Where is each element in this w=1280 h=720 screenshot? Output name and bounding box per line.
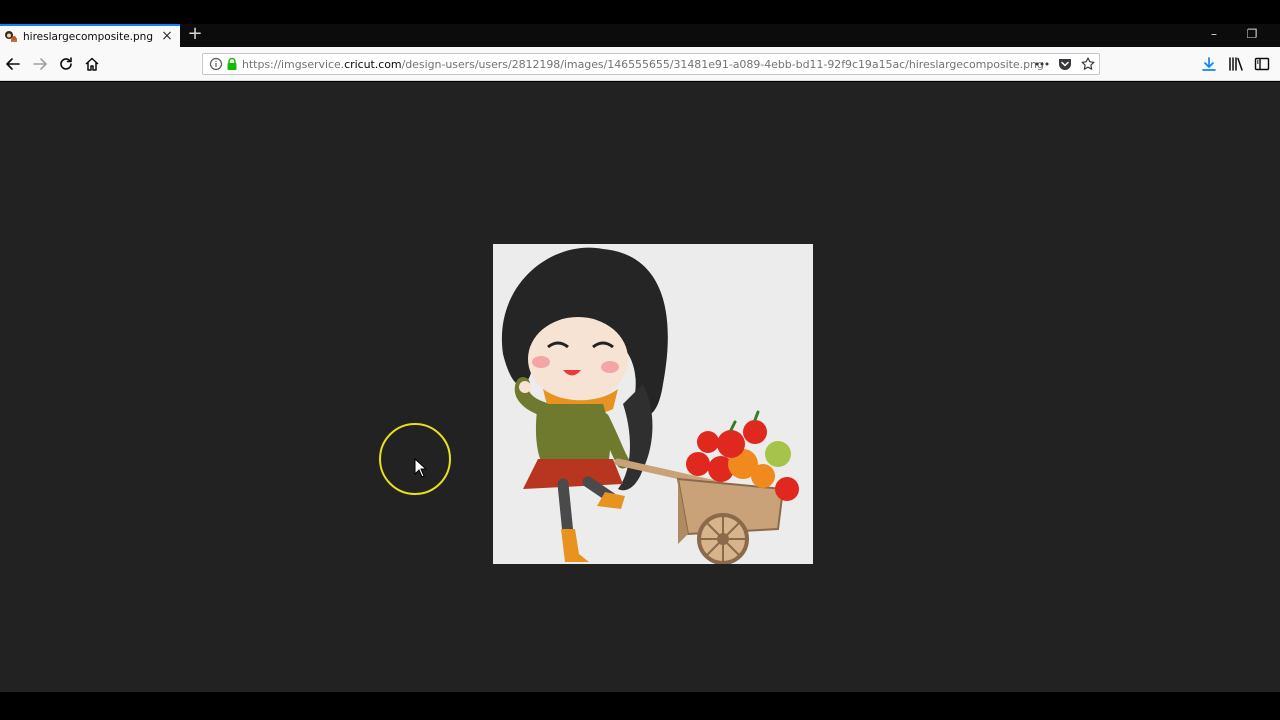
forward-button[interactable] bbox=[28, 52, 52, 76]
home-button[interactable] bbox=[80, 52, 104, 76]
sidebar-icon bbox=[1254, 57, 1270, 71]
page-viewport bbox=[0, 82, 1280, 692]
back-arrow-icon bbox=[6, 58, 20, 70]
forward-arrow-icon bbox=[33, 58, 47, 70]
tab-active[interactable]: hireslargecomposite.png (PNG Image, 320 … bbox=[0, 24, 180, 47]
restore-button[interactable]: ❐ bbox=[1234, 24, 1270, 45]
reload-button[interactable] bbox=[54, 52, 78, 76]
page-actions-icon bbox=[1035, 62, 1049, 66]
navigation-toolbar: https://imgservice.cricut.com/design-use… bbox=[0, 47, 1280, 81]
downloads-button[interactable] bbox=[1197, 52, 1221, 76]
reload-icon bbox=[60, 57, 72, 70]
address-bar[interactable]: https://imgservice.cricut.com/design-use… bbox=[202, 53, 1100, 75]
library-icon bbox=[1229, 57, 1243, 71]
bookmark-button[interactable] bbox=[1078, 55, 1098, 73]
pocket-button[interactable] bbox=[1055, 55, 1075, 73]
bottom-bar bbox=[0, 692, 1280, 720]
library-button[interactable] bbox=[1224, 52, 1248, 76]
pocket-icon bbox=[1059, 58, 1071, 70]
displayed-image[interactable] bbox=[493, 244, 813, 564]
tab-title: hireslargecomposite.png (PNG Image, 320 … bbox=[23, 30, 155, 43]
url-path: /design-users/users/2812198/images/14655… bbox=[401, 57, 1044, 71]
sidebar-button[interactable] bbox=[1250, 52, 1274, 76]
home-icon bbox=[85, 57, 99, 71]
lock-icon[interactable] bbox=[226, 57, 238, 71]
new-tab-button[interactable]: + bbox=[186, 24, 204, 45]
url-domain: cricut.com bbox=[344, 57, 402, 71]
screen: hireslargecomposite.png (PNG Image, 320 … bbox=[0, 0, 1280, 720]
download-icon bbox=[1202, 57, 1216, 71]
tab-close-button[interactable]: × bbox=[160, 28, 174, 44]
tab-strip: hireslargecomposite.png (PNG Image, 320 … bbox=[0, 24, 1280, 47]
info-icon[interactable] bbox=[209, 57, 223, 71]
url-prefix: https://imgservice. bbox=[242, 57, 345, 71]
url-text: https://imgservice.cricut.com/design-use… bbox=[242, 58, 1044, 71]
back-button[interactable] bbox=[1, 52, 25, 76]
image-thumbnail-icon bbox=[5, 30, 17, 42]
page-actions-button[interactable] bbox=[1032, 55, 1052, 73]
chibi-girl-pulling-fruit-wagon-image bbox=[493, 244, 813, 564]
minimize-button[interactable]: – bbox=[1196, 24, 1232, 45]
bookmark-star-icon bbox=[1081, 57, 1095, 70]
mouse-pointer-icon bbox=[414, 458, 428, 478]
